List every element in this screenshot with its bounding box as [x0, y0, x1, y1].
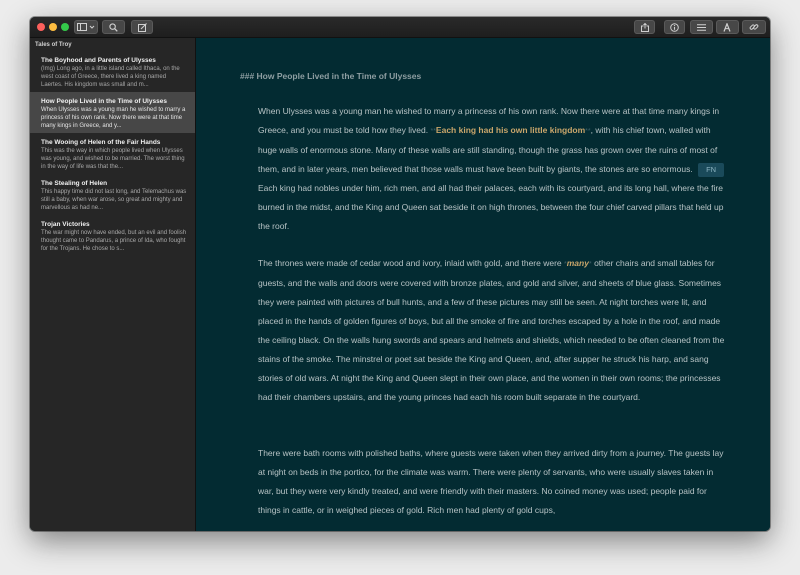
paragraph-text: Each king had nobles under him, rich men… — [258, 183, 724, 231]
maximize-window-button[interactable] — [61, 23, 69, 31]
table-of-contents-button[interactable] — [690, 20, 713, 34]
note-preview: This happy time did not last long, and T… — [41, 189, 187, 211]
document-heading: ### How People Lived in the Time of Ulys… — [240, 71, 422, 81]
note-list-item-selected[interactable]: How People Lived in the Time of Ulysses … — [30, 92, 195, 133]
share-button[interactable] — [634, 20, 655, 34]
title-bar — [30, 17, 770, 38]
note-preview: (Img) Long ago, in a little island calle… — [41, 66, 180, 88]
info-button[interactable] — [664, 20, 685, 34]
app-window: Tales of Troy The Boyhood and Parents of… — [30, 17, 770, 531]
note-list-item[interactable]: The Boyhood and Parents of Ulysses (Img)… — [30, 51, 195, 92]
note-title: The Boyhood and Parents of Ulysses — [41, 57, 156, 64]
compose-icon — [137, 22, 147, 32]
sidebar-title: Tales of Troy — [35, 42, 72, 48]
note-list-item[interactable]: The Stealing of Helen This happy time di… — [30, 174, 195, 215]
note-title: Trojan Victories — [41, 221, 90, 228]
paragraph-text: The thrones were made of cedar wood and … — [258, 258, 565, 268]
note-list-item[interactable]: The Wooing of Helen of the Fair Hands Th… — [30, 133, 195, 174]
note-preview: This was the way in which people lived w… — [41, 148, 185, 170]
paragraph-text: other chairs and small tables for guests… — [258, 258, 725, 402]
sidebar-toggle-icon — [77, 23, 95, 31]
note-list-sidebar: Tales of Troy The Boyhood and Parents of… — [30, 38, 196, 531]
sidebar-toggle-button[interactable] — [74, 20, 98, 34]
note-preview: The war might now have ended, but an evi… — [41, 230, 187, 252]
paragraph: The thrones were made of cedar wood and … — [258, 254, 728, 407]
paragraph-text: There were bath rooms with polished bath… — [258, 448, 724, 515]
link-icon — [749, 24, 759, 30]
chevron-down-icon — [89, 25, 95, 29]
search-icon — [109, 22, 118, 32]
bold-text: Each king had his own little kingdom — [435, 125, 586, 135]
new-note-button[interactable] — [131, 20, 153, 34]
note-title: How People Lived in the Time of Ulysses — [41, 98, 167, 105]
note-list-item[interactable]: Trojan Victories The war might now have … — [30, 215, 195, 256]
list-icon — [697, 23, 706, 31]
share-icon — [640, 22, 649, 32]
search-button[interactable] — [102, 20, 125, 34]
note-preview: When Ulysses was a young man he wished t… — [41, 107, 186, 129]
editor-pane[interactable]: ### How People Lived in the Time of Ulys… — [196, 38, 770, 531]
note-title: The Stealing of Helen — [41, 180, 108, 187]
paragraph: When Ulysses was a young man he wished t… — [258, 102, 728, 236]
font-icon — [723, 22, 731, 32]
footnote-badge[interactable]: FN — [698, 163, 725, 177]
paragraph: There were bath rooms with polished bath… — [258, 444, 728, 520]
italic-text: many — [566, 258, 589, 268]
minimize-window-button[interactable] — [49, 23, 57, 31]
note-title: The Wooing of Helen of the Fair Hands — [41, 139, 161, 146]
close-window-button[interactable] — [37, 23, 45, 31]
link-button[interactable] — [742, 20, 766, 34]
info-icon — [670, 22, 679, 32]
typography-button[interactable] — [716, 20, 739, 34]
